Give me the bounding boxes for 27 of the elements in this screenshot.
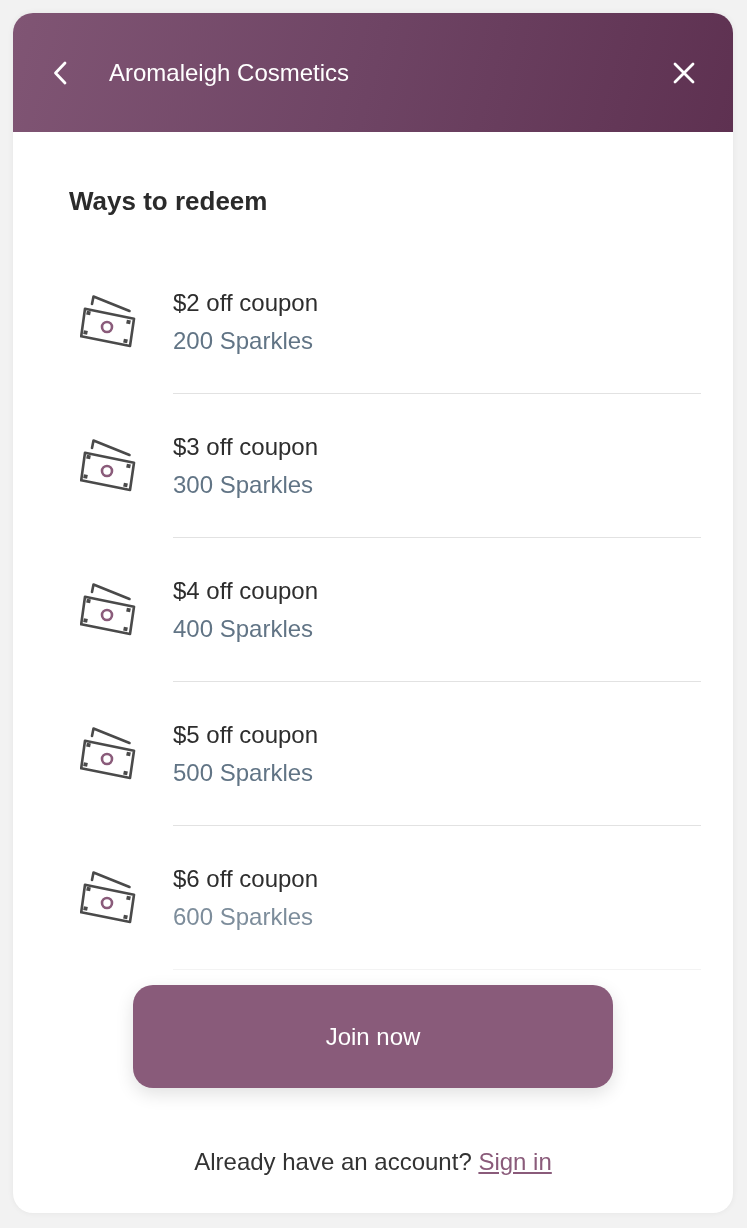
- reward-item[interactable]: $6 off coupon 600 Sparkles: [69, 826, 701, 970]
- money-bills-icon: [80, 870, 136, 926]
- reward-title: $5 off coupon: [173, 720, 319, 750]
- reward-title: $6 off coupon: [173, 864, 319, 894]
- reward-item[interactable]: $4 off coupon 400 Sparkles: [69, 538, 701, 682]
- reward-item[interactable]: $5 off coupon 500 Sparkles: [69, 682, 701, 826]
- chevron-left-icon: [53, 60, 67, 85]
- sign-in-link[interactable]: Sign in: [478, 1148, 552, 1175]
- reward-title: $4 off coupon: [173, 576, 319, 606]
- reward-cost: 200 Sparkles: [173, 326, 314, 356]
- header-title: Aromaleigh Cosmetics: [109, 57, 350, 88]
- join-now-button[interactable]: Join now: [133, 985, 613, 1088]
- reward-title: $3 off coupon: [173, 432, 319, 462]
- money-bills-icon: [80, 582, 136, 638]
- reward-item[interactable]: $3 off coupon 300 Sparkles: [69, 394, 701, 538]
- money-bills-icon: [80, 438, 136, 494]
- section-title: Ways to redeem: [69, 185, 268, 217]
- reward-cost: 500 Sparkles: [173, 758, 314, 788]
- sign-in-prompt: Already have an account? Sign in: [194, 1147, 552, 1177]
- money-bills-icon: [80, 294, 136, 350]
- reward-title: $2 off coupon: [173, 288, 319, 318]
- reward-cost: 300 Sparkles: [173, 470, 314, 500]
- close-icon: [673, 61, 695, 84]
- money-bills-icon: [80, 726, 136, 782]
- reward-item[interactable]: $2 off coupon 200 Sparkles: [69, 250, 701, 394]
- reward-cost: 600 Sparkles: [173, 902, 314, 932]
- reward-cost: 400 Sparkles: [173, 614, 314, 644]
